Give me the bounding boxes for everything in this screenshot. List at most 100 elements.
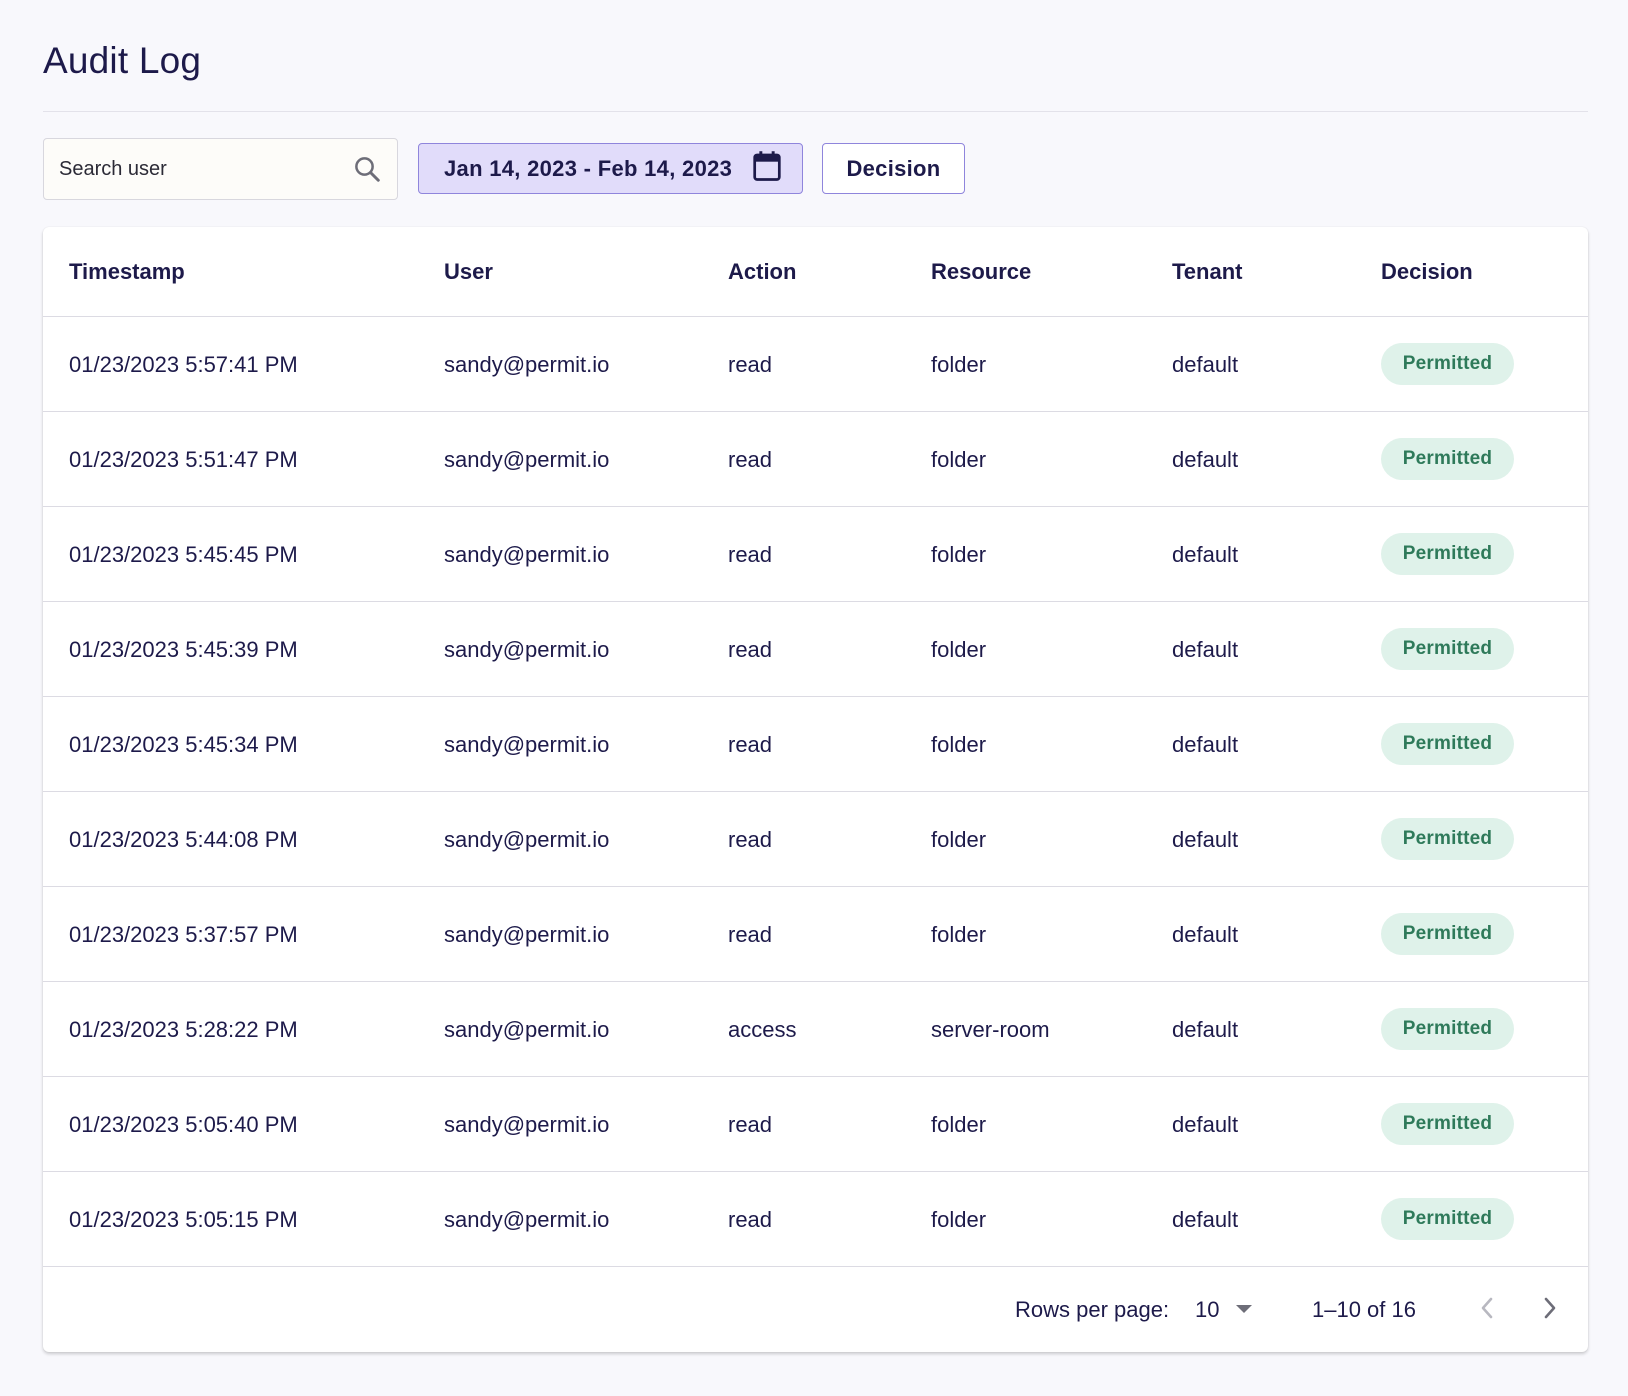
cell-action: access — [728, 1017, 797, 1042]
date-range-label: Jan 14, 2023 - Feb 14, 2023 — [444, 155, 733, 181]
decision-badge: Permitted — [1381, 913, 1514, 955]
title-divider — [43, 111, 1588, 112]
cell-tenant: default — [1172, 447, 1239, 472]
cell-action: read — [728, 352, 773, 377]
cell-action: read — [728, 732, 773, 757]
column-header-tenant[interactable]: Tenant — [1172, 227, 1242, 317]
calendar-icon — [752, 150, 782, 187]
audit-log-table: Timestamp User Action Resource Tenant De… — [43, 227, 1588, 1352]
table-pagination: Rows per page: 10 1–10 of 16 — [43, 1267, 1588, 1352]
cell-tenant: default — [1172, 352, 1239, 377]
cell-resource: folder — [931, 1207, 987, 1232]
table-row[interactable]: 01/23/2023 5:45:39 PM sandy@permit.io re… — [43, 602, 1588, 697]
pagination-range: 1–10 of 16 — [1312, 1297, 1416, 1322]
table-row[interactable]: 01/23/2023 5:44:08 PM sandy@permit.io re… — [43, 792, 1588, 887]
filter-toolbar: Jan 14, 2023 - Feb 14, 2023 Decision — [43, 138, 1588, 201]
table-row[interactable]: 01/23/2023 5:37:57 PM sandy@permit.io re… — [43, 887, 1588, 982]
decision-badge: Permitted — [1381, 533, 1514, 575]
column-header-resource[interactable]: Resource — [931, 227, 1031, 317]
cell-action: read — [728, 542, 773, 567]
cell-tenant: default — [1172, 827, 1239, 852]
decision-badge: Permitted — [1381, 1008, 1514, 1050]
cell-timestamp: 01/23/2023 5:28:22 PM — [69, 1017, 298, 1042]
table-body: 01/23/2023 5:57:41 PM sandy@permit.io re… — [43, 317, 1588, 1267]
cell-timestamp: 01/23/2023 5:51:47 PM — [69, 447, 298, 472]
table-row[interactable]: 01/23/2023 5:28:22 PM sandy@permit.io ac… — [43, 982, 1588, 1077]
cell-timestamp: 01/23/2023 5:57:41 PM — [69, 352, 298, 377]
decision-badge: Permitted — [1381, 1198, 1514, 1240]
table-row[interactable]: 01/23/2023 5:05:15 PM sandy@permit.io re… — [43, 1172, 1588, 1267]
cell-action: read — [728, 827, 773, 852]
cell-user: sandy@permit.io — [444, 637, 610, 662]
decision-badge: Permitted — [1381, 438, 1514, 480]
cell-action: read — [728, 1207, 773, 1232]
previous-page-button[interactable] — [1467, 1289, 1507, 1331]
cell-tenant: default — [1172, 1017, 1239, 1042]
cell-resource: folder — [931, 637, 987, 662]
cell-resource: folder — [931, 352, 987, 377]
search-box — [43, 138, 398, 200]
decision-filter-button[interactable]: Decision — [822, 143, 965, 194]
table-row[interactable]: 01/23/2023 5:57:41 PM sandy@permit.io re… — [43, 317, 1588, 412]
audit-log-page: Audit Log Jan 14, 2023 - Feb 14, 2023 — [0, 0, 1628, 1396]
table-row[interactable]: 01/23/2023 5:45:45 PM sandy@permit.io re… — [43, 507, 1588, 602]
cell-timestamp: 01/23/2023 5:44:08 PM — [69, 827, 298, 852]
cell-user: sandy@permit.io — [444, 1017, 610, 1042]
cell-tenant: default — [1172, 1112, 1239, 1137]
cell-timestamp: 01/23/2023 5:37:57 PM — [69, 922, 298, 947]
cell-user: sandy@permit.io — [444, 922, 610, 947]
table-row[interactable]: 01/23/2023 5:45:34 PM sandy@permit.io re… — [43, 697, 1588, 792]
rows-per-page-label: Rows per page: — [1015, 1297, 1170, 1322]
cell-action: read — [728, 447, 773, 472]
decision-badge: Permitted — [1381, 818, 1514, 860]
cell-tenant: default — [1172, 637, 1239, 662]
decision-badge: Permitted — [1381, 628, 1514, 670]
cell-timestamp: 01/23/2023 5:05:15 PM — [69, 1207, 298, 1232]
table-row[interactable]: 01/23/2023 5:51:47 PM sandy@permit.io re… — [43, 412, 1588, 507]
decision-badge: Permitted — [1381, 1103, 1514, 1145]
cell-timestamp: 01/23/2023 5:45:45 PM — [69, 542, 298, 567]
column-header-action[interactable]: Action — [728, 227, 796, 317]
cell-action: read — [728, 1112, 773, 1137]
cell-resource: folder — [931, 732, 987, 757]
decision-badge: Permitted — [1381, 723, 1514, 765]
next-page-button[interactable] — [1530, 1289, 1570, 1331]
cell-timestamp: 01/23/2023 5:45:34 PM — [69, 732, 298, 757]
rows-per-page-value: 10 — [1195, 1297, 1220, 1322]
cell-tenant: default — [1172, 542, 1239, 567]
cell-resource: folder — [931, 827, 987, 852]
column-header-decision[interactable]: Decision — [1381, 227, 1473, 317]
caret-down-icon — [1235, 1301, 1253, 1319]
cell-tenant: default — [1172, 1207, 1239, 1232]
search-icon[interactable] — [351, 153, 383, 185]
search-input[interactable] — [59, 157, 351, 181]
cell-timestamp: 01/23/2023 5:05:40 PM — [69, 1112, 298, 1137]
cell-tenant: default — [1172, 732, 1239, 757]
table-row[interactable]: 01/23/2023 5:05:40 PM sandy@permit.io re… — [43, 1077, 1588, 1172]
rows-per-page-select[interactable]: 10 — [1195, 1289, 1265, 1331]
decision-badge: Permitted — [1381, 343, 1514, 385]
cell-resource: folder — [931, 447, 987, 472]
cell-tenant: default — [1172, 922, 1239, 947]
cell-user: sandy@permit.io — [444, 732, 610, 757]
column-header-user[interactable]: User — [444, 227, 493, 317]
cell-user: sandy@permit.io — [444, 542, 610, 567]
chevron-left-icon — [1479, 1296, 1495, 1325]
column-header-timestamp[interactable]: Timestamp — [69, 227, 185, 317]
cell-user: sandy@permit.io — [444, 352, 610, 377]
cell-user: sandy@permit.io — [444, 447, 610, 472]
cell-user: sandy@permit.io — [444, 1207, 610, 1232]
cell-resource: folder — [931, 922, 987, 947]
cell-action: read — [728, 637, 773, 662]
table-header: Timestamp User Action Resource Tenant De… — [43, 227, 1588, 317]
cell-resource: folder — [931, 1112, 987, 1137]
cell-action: read — [728, 922, 773, 947]
cell-timestamp: 01/23/2023 5:45:39 PM — [69, 637, 298, 662]
cell-resource: folder — [931, 542, 987, 567]
cell-user: sandy@permit.io — [444, 1112, 610, 1137]
cell-user: sandy@permit.io — [444, 827, 610, 852]
page-title: Audit Log — [43, 40, 202, 81]
chevron-right-icon — [1542, 1296, 1558, 1325]
cell-resource: server-room — [931, 1017, 1050, 1042]
date-range-button[interactable]: Jan 14, 2023 - Feb 14, 2023 — [418, 143, 803, 194]
